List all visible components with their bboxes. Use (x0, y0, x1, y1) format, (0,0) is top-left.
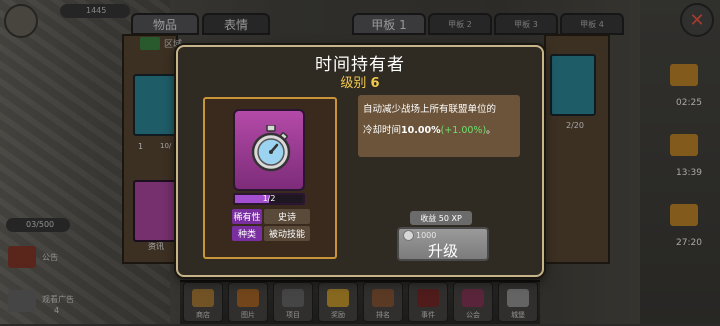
level-value: 6 (370, 76, 380, 91)
item-detail-modal: 时间持有者 级别 6 1/2 稀有性 史诗 种类 被动技能 自动减少战场上所有联… (176, 45, 544, 277)
rarity-key: 稀有性 (232, 209, 262, 224)
upgrade-label: 升级 (427, 242, 458, 260)
item-description: 自动减少战场上所有联盟单位的 冷却时间10.00%(+1.00%)。 (358, 95, 520, 157)
card-progress-text: 1/2 (262, 194, 276, 203)
level-label: 级别 (340, 76, 367, 91)
item-card (233, 109, 305, 191)
rarity-value: 史诗 (264, 209, 310, 224)
description-suffix: 。 (486, 125, 496, 136)
description-bonus: (+1.00%) (440, 125, 487, 136)
upgrade-button[interactable]: 1000 升级 (397, 227, 489, 261)
item-card-frame: 1/2 稀有性 史诗 种类 被动技能 (203, 97, 337, 259)
description-value: 10.00% (401, 125, 441, 136)
description-line-2: 冷却时间10.00%(+1.00%)。 (363, 120, 515, 141)
type-value: 被动技能 (264, 226, 310, 241)
type-key: 种类 (232, 226, 262, 241)
xp-reward: 收益 50 XP (410, 211, 472, 225)
upgrade-cost-value: 1000 (416, 231, 437, 240)
item-level: 级别 6 (178, 72, 542, 91)
description-prefix: 冷却时间 (363, 125, 402, 136)
card-progress-bar: 1/2 (233, 193, 305, 205)
description-line-1: 自动减少战场上所有联盟单位的 (363, 104, 497, 115)
stopwatch-icon (251, 125, 291, 172)
